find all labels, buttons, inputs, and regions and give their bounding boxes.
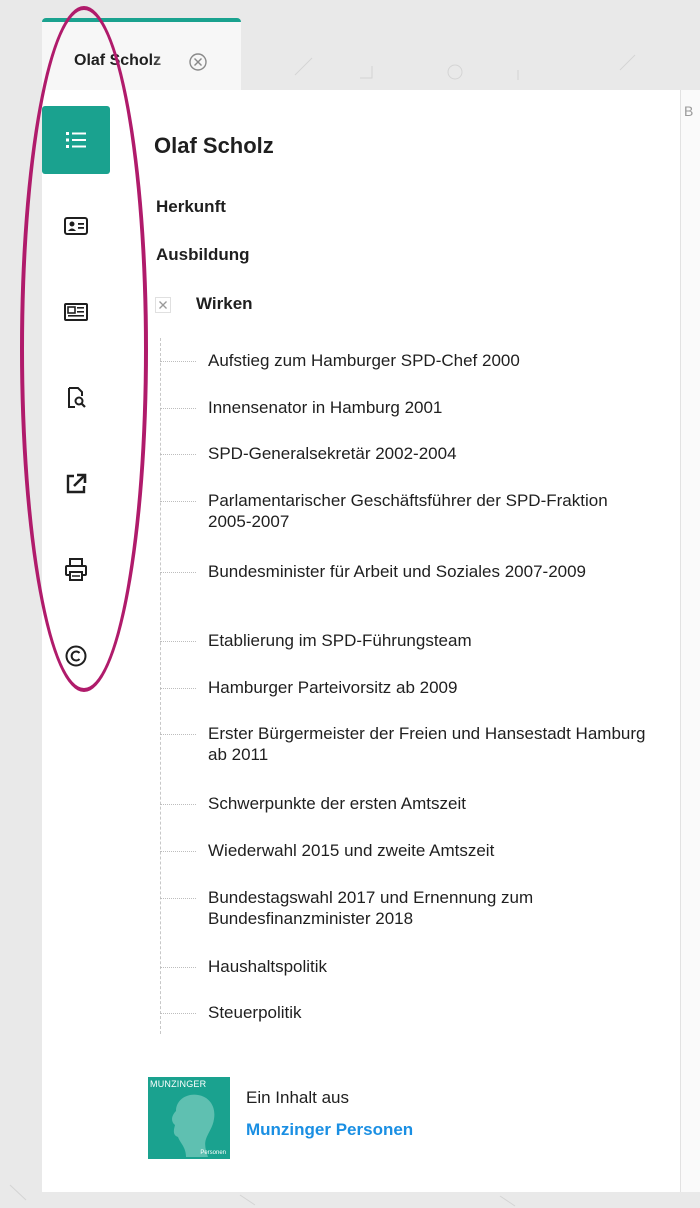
logo-subtitle: Personen [200,1150,226,1156]
copyright-icon [65,645,87,667]
newspaper-icon [64,303,88,321]
tree-connector [160,851,196,852]
tab-olaf-scholz[interactable]: Olaf Scholz [42,18,241,90]
tree-connector [160,361,196,362]
tree-connector [160,572,196,573]
wirken-item-label: Aufstieg zum Hamburger SPD-Chef 2000 [208,351,520,370]
page-title: Olaf Scholz [154,133,274,158]
close-icon[interactable] [187,51,209,73]
munzinger-logo: MUNZINGER Personen [148,1077,230,1159]
wirken-item-label: Erster Bürgermeister der Freien und Hans… [208,724,646,764]
person-card-icon [64,217,88,235]
wirken-item-label: Bundesminister für Arbeit und Soziales 2… [208,562,587,581]
tree-connector [160,641,196,642]
tab-label: Olaf Scholz [74,52,162,69]
logo-wordmark: MUNZINGER [150,1079,207,1089]
wirken-item-label: Innensenator in Hamburg 2001 [208,398,443,417]
tree-connector [160,967,196,968]
section-herkunft[interactable]: Herkunft [156,197,226,217]
tree-connector [160,501,196,502]
newspaper-button[interactable] [42,278,110,346]
table-of-contents-icon [66,132,86,148]
wirken-item-label: SPD-Generalsekretär 2002-2004 [208,444,457,463]
svg-text:B: B [684,103,693,119]
document-search-icon [68,387,86,408]
wirken-item-label: Hamburger Parteivorsitz ab 2009 [208,678,458,697]
tree-connector [160,1013,196,1014]
wirken-item-label: Etablierung im SPD-Führungsteam [208,631,472,650]
head-silhouette-icon [172,1094,215,1157]
content-source-label: Ein Inhalt aus [246,1088,350,1107]
tree-connector [160,898,196,899]
b-icon: B [684,103,693,119]
wirken-item-label: Schwerpunkte der ersten Amtszeit [208,794,466,813]
printer-button[interactable] [42,536,110,604]
tree-connector [160,734,196,735]
tree-guide-line [160,338,161,1034]
copyright-button[interactable] [42,622,110,690]
tree-connector [160,688,196,689]
section-wirken[interactable]: Wirken [196,294,253,314]
external-link-icon [66,473,87,494]
section-ausbildung[interactable]: Ausbildung [156,245,249,265]
printer-icon [65,558,87,581]
collapse-icon[interactable] [155,297,171,313]
external-link-button[interactable] [42,450,110,518]
wirken-item-label: Haushaltspolitik [208,957,328,976]
person-card-button[interactable] [42,192,110,260]
tree-connector [160,408,196,409]
wirken-item-label: Wiederwahl 2015 und zweite Amtszeit [208,841,495,860]
munzinger-personen-link[interactable]: Munzinger Personen [246,1120,413,1140]
tree-connector [160,454,196,455]
wirken-item-label: Parlamentarischer Geschäftsführer der SP… [208,491,608,531]
document-search-button[interactable] [42,364,110,432]
table-of-contents-button[interactable] [42,106,110,174]
wirken-item-label: Bundestagswahl 2017 und Ernennung zum Bu… [208,888,534,928]
wirken-item-label: Steuerpolitik [208,1003,302,1022]
tree-connector [160,804,196,805]
panel-scrollbar[interactable] [680,90,700,1192]
